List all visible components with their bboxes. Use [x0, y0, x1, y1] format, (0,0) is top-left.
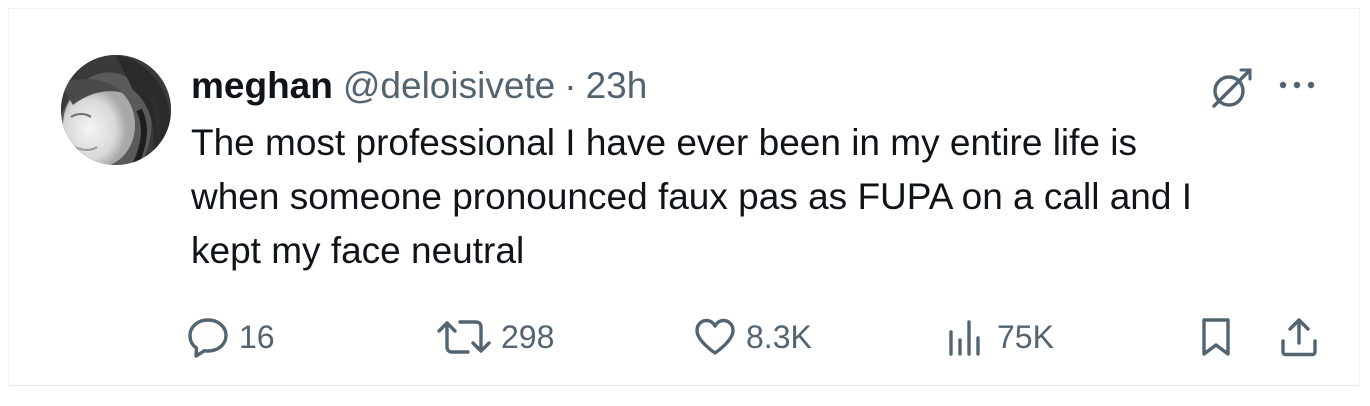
- like-count: 8.3K: [746, 318, 812, 355]
- tweet-timestamp[interactable]: 23h: [586, 63, 648, 109]
- reply-button[interactable]: 16: [185, 314, 275, 360]
- views-button[interactable]: 75K: [943, 314, 1054, 360]
- avatar[interactable]: [61, 55, 171, 165]
- reply-icon: [188, 318, 228, 358]
- author-display-name[interactable]: meghan: [191, 63, 333, 109]
- share-icon[interactable]: [1279, 316, 1319, 358]
- avatar-image: [61, 55, 171, 165]
- views-count: 75K: [997, 318, 1054, 355]
- more-icon[interactable]: [1273, 75, 1321, 95]
- repost-icon: [437, 320, 491, 354]
- views-icon: [949, 320, 980, 356]
- tweet-header: meghan @deloisivete · 23h: [191, 63, 647, 109]
- like-button[interactable]: 8.3K: [692, 314, 812, 360]
- repost-button[interactable]: 298: [435, 314, 554, 360]
- bookmark-icon[interactable]: [1199, 316, 1233, 358]
- repost-count: 298: [501, 318, 555, 355]
- reply-count: 16: [239, 318, 275, 355]
- like-icon: [695, 318, 735, 355]
- grok-icon[interactable]: [1205, 64, 1255, 114]
- author-handle[interactable]: @deloisivete: [343, 63, 555, 109]
- tweet-card[interactable]: meghan @deloisivete · 23h The most profe…: [8, 8, 1360, 386]
- tweet-text: The most professional I have ever been i…: [191, 122, 1193, 271]
- header-separator: ·: [564, 65, 577, 106]
